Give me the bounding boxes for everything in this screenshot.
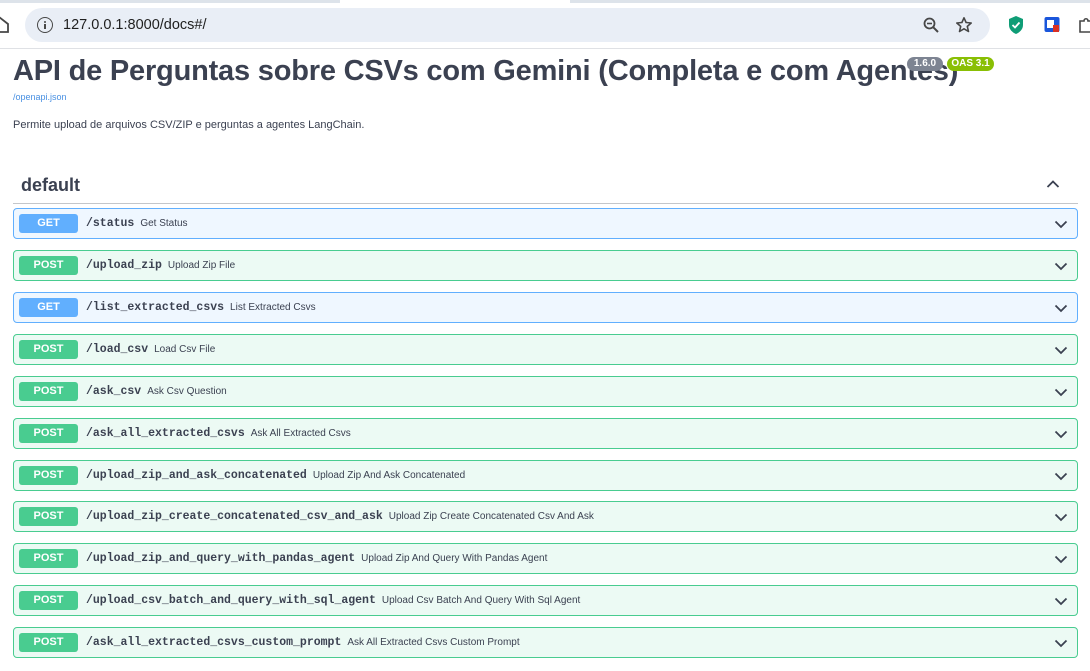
operation-summary: Ask All Extracted Csvs Custom Prompt	[347, 637, 520, 648]
operation-summary: Upload Zip Create Concatenated Csv And A…	[388, 511, 594, 522]
browser-toolbar: 127.0.0.1:8000/docs#/	[0, 0, 1090, 49]
operation-upload-zip-and-ask-concatenated[interactable]: POST /upload_zip_and_ask_concatenated Upl…	[13, 460, 1078, 491]
chevron-down-icon[interactable]	[1054, 594, 1068, 608]
operation-path: /status	[86, 217, 135, 230]
operation-path-row: /ask_all_extracted_csvs_custom_prompt Ask…	[86, 636, 520, 649]
operation-path-row: /upload_zip_create_concatenated_csv_and_…	[86, 510, 594, 523]
operation-path-row: /upload_zip_and_ask_concatenated Upload Z…	[86, 469, 465, 482]
operation-path: /load_csv	[86, 343, 149, 356]
operation-upload-zip-and-query-with-pandas-agent[interactable]: POST /upload_zip_and_query_with_pandas_a…	[13, 543, 1078, 574]
method-badge: GET	[19, 214, 78, 233]
operation-path: /list_extracted_csvs	[86, 301, 225, 314]
operation-summary: Ask Csv Question	[147, 386, 227, 397]
chevron-down-icon[interactable]	[1054, 427, 1068, 441]
openapi-spec-link[interactable]: /openapi.json	[13, 92, 67, 102]
chevron-down-icon[interactable]	[1054, 343, 1068, 357]
operation-summary: Load Csv File	[154, 344, 216, 355]
operation-summary: List Extracted Csvs	[230, 302, 316, 313]
home-icon[interactable]	[0, 14, 10, 34]
operation-path-row: /ask_csv Ask Csv Question	[86, 385, 227, 398]
url-text[interactable]: 127.0.0.1:8000/docs#/	[63, 17, 207, 33]
method-badge: POST	[19, 591, 78, 610]
operation-path-row: /upload_zip Upload Zip File	[86, 259, 235, 272]
operation-path-row: /upload_zip_and_query_with_pandas_agent U…	[86, 552, 547, 565]
operation-summary: Upload Csv Batch And Query With Sql Agen…	[381, 595, 581, 606]
extensions-puzzle-icon[interactable]	[1076, 15, 1090, 35]
method-badge: POST	[19, 340, 78, 359]
operation-path: /ask_all_extracted_csvs_custom_prompt	[86, 636, 342, 649]
method-badge: POST	[19, 424, 78, 443]
chevron-down-icon[interactable]	[1054, 385, 1068, 399]
operation-list-extracted-csvs[interactable]: GET /list_extracted_csvs List Extracted C…	[13, 292, 1078, 323]
address-bar[interactable]: 127.0.0.1:8000/docs#/	[25, 8, 990, 42]
page-title: API de Perguntas sobre CSVs com Gemini (…	[13, 55, 959, 87]
operation-path-row: /list_extracted_csvs List Extracted Csvs	[86, 301, 316, 314]
method-badge: POST	[19, 549, 78, 568]
tab-strip	[0, 0, 1090, 3]
operation-ask-csv[interactable]: POST /ask_csv Ask Csv Question	[13, 376, 1078, 407]
operation-status[interactable]: GET /status Get Status	[13, 208, 1078, 239]
operation-summary: Upload Zip And Ask Concatenated	[312, 470, 466, 481]
method-badge: POST	[19, 466, 78, 485]
operation-path: /upload_csv_batch_and_query_with_sql_age…	[86, 594, 376, 607]
operation-summary: Upload Zip And Query With Pandas Agent	[361, 553, 548, 564]
operation-ask-all-extracted-csvs-custom-prompt[interactable]: POST /ask_all_extracted_csvs_custom_prom…	[13, 627, 1078, 658]
bookmark-star-icon[interactable]	[955, 16, 973, 34]
method-badge: POST	[19, 256, 78, 275]
shield-extension-icon[interactable]	[1007, 15, 1025, 35]
chevron-down-icon[interactable]	[1054, 469, 1068, 483]
operation-summary: Get Status	[140, 218, 188, 229]
chevron-down-icon[interactable]	[1054, 301, 1068, 315]
zoom-icon[interactable]	[922, 16, 940, 34]
api-description: Permite upload de arquivos CSV/ZIP e per…	[13, 119, 365, 131]
operation-summary: Ask All Extracted Csvs	[250, 428, 351, 439]
operation-upload-csv-batch-and-query-with-sql-agent[interactable]: POST /upload_csv_batch_and_query_with_sq…	[13, 585, 1078, 616]
oas-badge: OAS 3.1	[947, 57, 994, 71]
operation-path-row: /upload_csv_batch_and_query_with_sql_age…	[86, 594, 580, 607]
chevron-down-icon[interactable]	[1054, 636, 1068, 650]
operation-load-csv[interactable]: POST /load_csv Load Csv File	[13, 334, 1078, 365]
method-badge: POST	[19, 382, 78, 401]
chevron-down-icon[interactable]	[1054, 259, 1068, 273]
operation-path-row: /ask_all_extracted_csvs Ask All Extracted…	[86, 427, 351, 440]
tag-section-header[interactable]: default	[13, 166, 1078, 204]
operation-path: /upload_zip_and_query_with_pandas_agent	[86, 552, 356, 565]
operation-path: /ask_csv	[86, 385, 142, 398]
operation-path: /upload_zip_and_ask_concatenated	[86, 469, 307, 482]
operation-upload-zip[interactable]: POST /upload_zip Upload Zip File	[13, 250, 1078, 281]
chevron-down-icon[interactable]	[1054, 217, 1068, 231]
method-badge: POST	[19, 507, 78, 526]
version-badge: 1.6.0	[907, 57, 943, 71]
site-info-icon[interactable]	[37, 17, 53, 33]
operation-ask-all-extracted-csvs[interactable]: POST /ask_all_extracted_csvs Ask All Extr…	[13, 418, 1078, 449]
profile-extension-icon[interactable]	[1043, 15, 1061, 35]
operation-path-row: /status Get Status	[86, 217, 188, 230]
operation-summary: Upload Zip File	[167, 260, 236, 271]
active-tab-edge[interactable]	[340, 0, 570, 3]
chevron-down-icon[interactable]	[1054, 510, 1068, 524]
operation-upload-zip-create-concatenated-csv-and-ask[interactable]: POST /upload_zip_create_concatenated_csv…	[13, 501, 1078, 532]
operation-path: /upload_zip_create_concatenated_csv_and_…	[86, 510, 383, 523]
method-badge: POST	[19, 633, 78, 652]
chevron-down-icon[interactable]	[1054, 552, 1068, 566]
tag-name: default	[21, 175, 81, 195]
method-badge: GET	[19, 298, 78, 317]
operation-path-row: /load_csv Load Csv File	[86, 343, 215, 356]
operation-path: /ask_all_extracted_csvs	[86, 427, 245, 440]
chevron-up-icon[interactable]	[1046, 177, 1060, 191]
operation-path: /upload_zip	[86, 259, 162, 272]
